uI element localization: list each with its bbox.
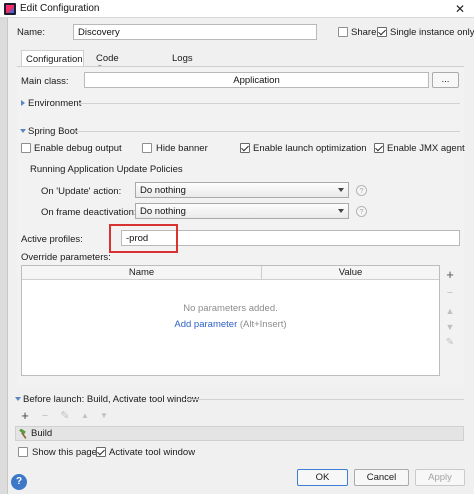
launch-optimization-label: Enable launch optimization [253,143,367,154]
add-icon[interactable]: + [444,268,456,281]
debug-output-label: Enable debug output [34,143,122,154]
on-frame-select[interactable]: Do nothing [135,203,349,219]
add-task-icon[interactable]: + [19,409,31,422]
remove-icon[interactable]: − [444,287,456,299]
override-parameters-label: Override parameters: [21,252,111,263]
on-update-select[interactable]: Do nothing [135,182,349,198]
activate-tool-window-label: Activate tool window [109,447,196,458]
on-update-value: Do nothing [140,185,186,196]
remove-task-icon[interactable]: − [39,410,51,422]
share-label: Share [351,27,377,38]
down-icon[interactable]: ▼ [444,321,456,333]
add-parameter-row: Add parameter (Alt+Insert) [22,319,439,330]
hide-banner-label: Hide banner [156,143,208,154]
column-header-name[interactable]: Name [22,266,262,280]
add-parameter-shortcut: (Alt+Insert) [239,319,287,330]
spring-boot-separator [76,131,460,132]
chevron-down-icon [338,209,344,213]
name-label: Name: [17,27,45,38]
apply-button[interactable]: Apply [415,469,465,486]
help-icon[interactable]: ? [356,206,367,217]
active-profiles-label: Active profiles: [21,234,83,245]
parameters-table[interactable]: Name Value No parameters added. Add para… [21,265,440,376]
share-checkbox[interactable] [338,27,348,37]
cancel-button[interactable]: Cancel [354,469,409,486]
help-button[interactable]: ? [11,474,27,490]
chevron-down-icon [338,188,344,192]
left-edge [0,18,8,494]
jmx-agent-checkbox[interactable] [374,143,384,153]
show-page-checkbox[interactable] [18,447,28,457]
on-frame-value: Do nothing [140,206,186,217]
before-launch-label[interactable]: Before launch: Build, Activate tool wind… [23,394,199,405]
before-launch-separator [185,399,464,400]
show-page-label: Show this page [32,447,97,458]
intellij-logo-icon [4,3,16,15]
close-icon[interactable]: ✕ [446,0,474,18]
debug-output-checkbox[interactable] [21,143,31,153]
hide-banner-checkbox[interactable] [142,143,152,153]
tab-code-coverage[interactable]: Code Coverage [92,50,158,75]
build-task-label: Build [31,428,53,439]
single-instance-label: Single instance only [390,27,474,38]
before-launch-task-row[interactable]: Build [15,426,464,441]
copy-icon[interactable]: ✎ [444,337,456,349]
on-frame-label: On frame deactivation: [41,207,137,218]
empty-table-text: No parameters added. [183,303,278,314]
window-title: Edit Configuration [20,3,100,14]
activate-tool-window-checkbox[interactable] [96,447,106,457]
ok-button[interactable]: OK [297,469,348,486]
update-policies-label: Running Application Update Policies [30,164,183,175]
environment-label[interactable]: Environment [28,98,81,109]
environment-expand-icon[interactable] [21,100,25,106]
environment-separator [78,103,460,104]
hammer-icon [19,429,27,439]
up-icon[interactable]: ▲ [444,305,456,317]
move-up-icon[interactable]: ▲ [79,410,91,422]
tab-logs[interactable]: Logs [168,50,198,67]
edit-task-icon[interactable]: ✎ [59,410,71,422]
name-input[interactable]: Discovery [73,24,317,40]
launch-optimization-checkbox[interactable] [240,143,250,153]
highlight-annotation [109,224,178,253]
main-class-input[interactable]: Application [84,72,429,88]
help-icon[interactable]: ? [356,185,367,196]
single-instance-checkbox[interactable] [377,27,387,37]
jmx-agent-label: Enable JMX agent [387,143,465,154]
main-class-label: Main class: [21,76,69,87]
tab-configuration[interactable]: Configuration [21,50,84,67]
spring-boot-collapse-icon[interactable] [20,129,26,133]
spring-boot-label[interactable]: Spring Boot [28,126,78,137]
main-class-browse-button[interactable]: ... [432,72,459,88]
add-parameter-link[interactable]: Add parameter [174,319,237,330]
column-header-value[interactable]: Value [262,266,439,280]
move-down-icon[interactable]: ▼ [98,410,110,422]
table-toolbar: + − ▲ ▼ ✎ [441,265,460,376]
on-update-label: On 'Update' action: [41,186,122,197]
before-launch-collapse-icon[interactable] [15,397,21,401]
